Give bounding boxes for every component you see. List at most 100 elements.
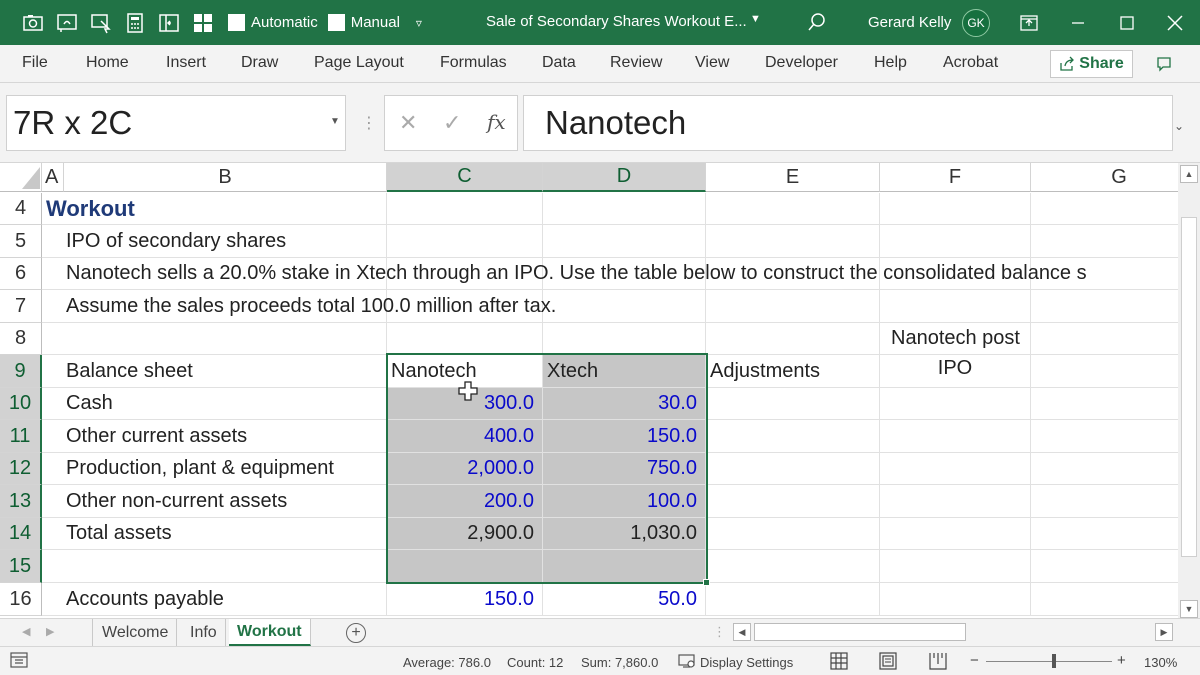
column-header-g[interactable]: G [1031, 163, 1178, 192]
prev-sheet-icon[interactable]: ◀ [22, 625, 30, 638]
sheet-tab-workout[interactable]: Workout [229, 619, 311, 646]
cell-d14[interactable]: 1,030.0 [543, 518, 706, 550]
camera-icon[interactable] [18, 8, 48, 38]
tab-file[interactable]: File [22, 54, 48, 72]
grid-cell[interactable] [1031, 453, 1178, 485]
grid-cell[interactable] [706, 420, 880, 453]
insert-function-icon[interactable]: fx [487, 110, 506, 134]
zoom-level[interactable]: 130% [1144, 655, 1177, 670]
document-title[interactable]: Sale of Secondary Shares Workout E... [486, 13, 747, 30]
grid-cell[interactable] [543, 323, 706, 355]
grid-cell[interactable] [706, 388, 880, 420]
cell-b13[interactable]: Other non-current assets [62, 485, 387, 518]
tab-formulas[interactable]: Formulas [440, 54, 507, 72]
scroll-right-icon[interactable]: ▶ [1155, 623, 1173, 641]
cell-d10[interactable]: 30.0 [543, 388, 706, 420]
display-settings-button[interactable]: Display Settings [700, 655, 793, 670]
tab-home[interactable]: Home [86, 54, 129, 72]
avatar[interactable]: GK [962, 9, 990, 37]
checkbox-box[interactable] [228, 14, 245, 31]
cell-b7[interactable]: Assume the sales proceeds total 100.0 mi… [62, 290, 662, 323]
grid-cell[interactable] [387, 323, 543, 355]
grid-cell[interactable] [706, 485, 880, 518]
grid-cell[interactable] [706, 518, 880, 550]
cell-e9[interactable]: Adjustments [706, 355, 880, 388]
grid-cell[interactable] [387, 225, 543, 258]
row-header-5[interactable]: 5 [0, 225, 42, 258]
status-count[interactable]: Count: 12 [507, 655, 563, 670]
scroll-down-icon[interactable]: ▼ [1180, 600, 1198, 618]
grid-cell[interactable] [880, 550, 1031, 583]
cell-f9[interactable]: IPO [880, 355, 1031, 388]
maximize-icon[interactable] [1112, 8, 1142, 38]
cell-c14[interactable]: 2,900.0 [387, 518, 543, 550]
horizontal-scroll-thumb[interactable] [754, 623, 966, 641]
row-header-12[interactable]: 12 [0, 453, 42, 485]
status-sum[interactable]: Sum: 7,860.0 [581, 655, 658, 670]
splitter-handle-icon[interactable]: ⋮ [713, 624, 726, 640]
tab-page-layout[interactable]: Page Layout [314, 54, 404, 72]
share-button[interactable]: Share [1050, 50, 1133, 78]
next-sheet-icon[interactable]: ▶ [46, 625, 54, 638]
chevron-down-icon[interactable]: ▼ [330, 116, 340, 127]
grid-cell[interactable] [880, 388, 1031, 420]
row-header-15[interactable]: 15 [0, 550, 42, 583]
web-capture-icon[interactable] [52, 8, 82, 38]
cell-c16[interactable]: 150.0 [387, 583, 543, 616]
row-header-7[interactable]: 7 [0, 290, 42, 323]
cell-f8[interactable]: Nanotech post [880, 323, 1031, 355]
grid-cell[interactable] [1031, 550, 1178, 583]
zoom-slider[interactable] [986, 661, 1112, 662]
cell-b12[interactable]: Production, plant & equipment [62, 453, 387, 485]
grid-cell[interactable] [706, 193, 880, 225]
grid-cell[interactable] [880, 453, 1031, 485]
cell-a4[interactable]: Workout [42, 193, 387, 225]
zoom-out-button[interactable]: − [970, 652, 979, 669]
cell-b9[interactable]: Balance sheet [62, 355, 387, 388]
automatic-checkbox[interactable]: Automatic [228, 14, 318, 31]
scroll-thumb[interactable] [1181, 217, 1197, 557]
vertical-scrollbar[interactable]: ▲ ▼ [1178, 163, 1200, 618]
cell-b16[interactable]: Accounts payable [62, 583, 387, 616]
chevron-down-icon[interactable]: ▼ [750, 13, 761, 25]
cell-d15[interactable] [543, 550, 706, 583]
grid-cell[interactable] [42, 550, 387, 583]
row-header-14[interactable]: 14 [0, 518, 42, 550]
grid-cell[interactable] [1031, 355, 1178, 388]
cell-d11[interactable]: 150.0 [543, 420, 706, 453]
grid-cell[interactable] [880, 583, 1031, 616]
row-header-10[interactable]: 10 [0, 388, 42, 420]
grid-cell[interactable] [387, 193, 543, 225]
status-average[interactable]: Average: 786.0 [403, 655, 491, 670]
freeze-panes-icon[interactable] [154, 8, 184, 38]
grid-cell[interactable] [1031, 518, 1178, 550]
worksheet-grid[interactable]: A B C D E F G 4 5 6 7 8 9 10 11 12 13 14… [0, 163, 1178, 618]
grid-cell[interactable] [1031, 290, 1178, 323]
grid-cell[interactable] [543, 225, 706, 258]
page-break-preview-icon[interactable] [929, 652, 949, 670]
cell-b6[interactable]: Nanotech sells a 20.0% stake in Xtech th… [62, 258, 1178, 290]
grid-cell[interactable] [880, 193, 1031, 225]
tab-review[interactable]: Review [610, 54, 662, 72]
name-box[interactable]: 7R x 2C [6, 95, 346, 151]
grid-cell[interactable] [706, 290, 880, 323]
select-objects-icon[interactable] [86, 8, 116, 38]
fill-handle[interactable] [703, 579, 710, 586]
grid-cell[interactable] [706, 550, 880, 583]
tab-data[interactable]: Data [542, 54, 576, 72]
grid-cell[interactable] [880, 290, 1031, 323]
expand-formula-bar-icon[interactable]: ⌄ [1174, 119, 1184, 133]
column-header-f[interactable]: F [880, 163, 1031, 192]
grid-cell[interactable] [880, 518, 1031, 550]
zoom-in-button[interactable]: + [1117, 652, 1126, 669]
minimize-icon[interactable] [1063, 8, 1093, 38]
row-header-11[interactable]: 11 [0, 420, 42, 453]
cell-d9[interactable]: Xtech [543, 355, 706, 388]
comments-icon[interactable] [1147, 50, 1180, 78]
grid-cell[interactable] [1031, 420, 1178, 453]
manual-checkbox[interactable]: Manual [327, 14, 400, 31]
row-header-13[interactable]: 13 [0, 485, 42, 518]
cell-mode-icon[interactable] [10, 652, 28, 671]
grid-cell[interactable] [543, 193, 706, 225]
cell-c15[interactable] [387, 550, 543, 583]
